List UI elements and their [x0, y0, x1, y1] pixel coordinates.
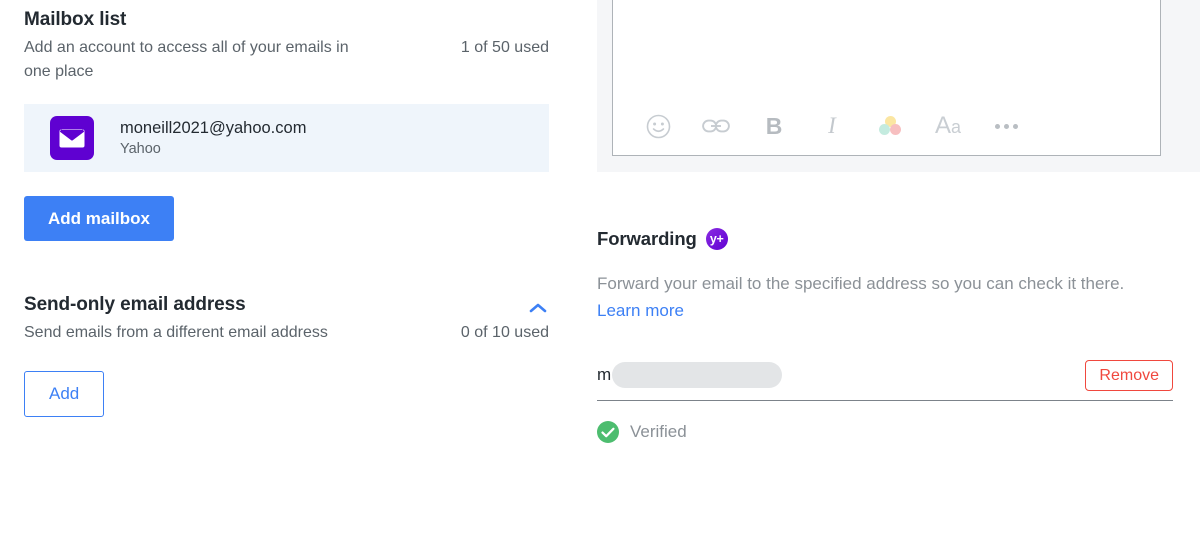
text-color-icon[interactable]	[861, 106, 919, 146]
bold-label: B	[765, 112, 783, 139]
dot-2	[1003, 123, 1009, 129]
mailbox-usage-count: 1 of 50 used	[460, 39, 549, 56]
chevron-up-icon[interactable]	[527, 297, 549, 319]
settings-page: Mailbox list Add an account to access al…	[0, 0, 1200, 557]
italic-icon[interactable]: I	[803, 106, 861, 146]
mailbox-account-email: moneill2021@yahoo.com	[120, 118, 307, 137]
more-options-icon[interactable]	[977, 106, 1035, 146]
page-title: Mailbox list	[24, 9, 127, 30]
forwarding-description-text: Forward your email to the specified addr…	[597, 274, 1125, 293]
forwarding-title: Forwarding	[597, 228, 697, 249]
redacted-address-pill	[612, 362, 783, 388]
forwarding-address-prefix: m	[597, 365, 612, 384]
dot-1	[994, 123, 1000, 129]
send-only-section: Send-only email address Send emails from…	[24, 285, 549, 417]
status-badge: Verified	[630, 422, 687, 441]
mailbox-account-row[interactable]: moneill2021@yahoo.com Yahoo	[24, 104, 549, 172]
forwarding-description: Forward your email to the specified addr…	[597, 270, 1163, 324]
color-swatch	[879, 116, 901, 136]
mailbox-settings-panel: Mailbox list Add an account to access al…	[0, 0, 573, 557]
font-size-label: Aa	[935, 112, 961, 140]
emoji-icon[interactable]	[629, 106, 687, 146]
forwarding-address-row: m Remove	[597, 350, 1173, 401]
send-only-description: Send emails from a different email addre…	[24, 324, 328, 341]
color-dot-green	[879, 124, 890, 135]
compose-toolbar: B I Aa	[613, 97, 1160, 155]
envelope-icon	[50, 116, 94, 160]
mailbox-account-texts: moneill2021@yahoo.com Yahoo	[120, 118, 306, 159]
mailbox-list-description: Add an account to access all of your ema…	[24, 39, 349, 80]
forwarding-settings-panel: B I Aa Forwarding y+ Forward your email …	[573, 0, 1200, 557]
mailbox-list-subheader: Add an account to access all of your ema…	[24, 36, 549, 84]
remove-forwarding-address-button[interactable]: Remove	[1085, 359, 1173, 391]
add-send-only-address-button[interactable]: Add	[24, 371, 105, 417]
forwarding-section: Forwarding y+ Forward your email to the …	[597, 228, 1173, 443]
bold-icon[interactable]: B	[745, 106, 803, 146]
font-size-icon[interactable]: Aa	[919, 106, 977, 146]
compose-editor[interactable]: B I Aa	[612, 0, 1161, 156]
dot-3	[1012, 123, 1018, 129]
font-size-small-a: a	[951, 117, 962, 137]
more-dots	[994, 123, 1018, 129]
check-circle-icon	[597, 421, 619, 443]
forwarding-address[interactable]: m	[597, 362, 783, 388]
mailbox-list-section: Mailbox list Add an account to access al…	[24, 0, 549, 84]
link-icon[interactable]	[687, 106, 745, 146]
font-size-big-a: A	[934, 112, 951, 139]
send-only-title: Send-only email address	[24, 294, 246, 315]
send-only-subheader: Send emails from a different email addre…	[24, 321, 549, 345]
mailbox-account-provider: Yahoo	[120, 140, 161, 157]
yahoo-plus-badge-icon: y+	[705, 228, 728, 250]
forwarding-header: Forwarding y+	[597, 228, 1173, 250]
forwarding-status: Verified	[597, 421, 1173, 443]
learn-more-link[interactable]: Learn more	[597, 301, 684, 320]
compose-area: B I Aa	[597, 0, 1200, 172]
send-only-usage-count: 0 of 10 used	[460, 324, 549, 341]
italic-label: I	[828, 113, 836, 138]
color-dot-pink	[890, 124, 901, 135]
add-mailbox-button[interactable]: Add mailbox	[24, 196, 175, 241]
